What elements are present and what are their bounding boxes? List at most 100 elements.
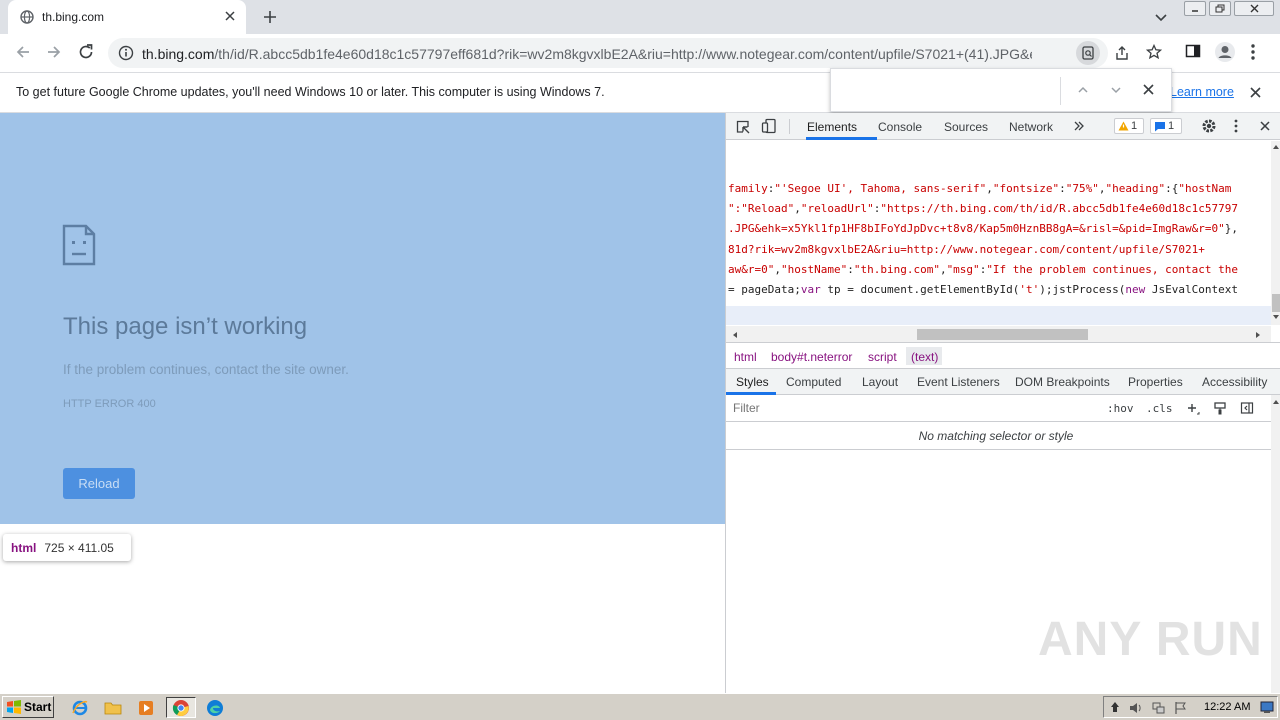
dom-tree[interactable]: family:"'Segoe UI', Tahoma, sans-serif",…	[726, 141, 1271, 325]
side-panel-icon[interactable]	[1185, 43, 1201, 59]
tab-console[interactable]: Console	[878, 120, 922, 134]
browser-toolbar: th.bing.com/th/id/R.abcc5db1fe4e60d18c1c…	[0, 34, 1280, 72]
breadcrumb: html body#t.neterror script (text)	[726, 342, 1280, 369]
ie-icon[interactable]	[67, 697, 93, 718]
filter-input[interactable]	[726, 395, 1098, 421]
new-tab-icon[interactable]	[262, 9, 278, 25]
more-tabs-icon[interactable]	[1073, 120, 1085, 132]
dom-code-line[interactable]: .JPG&ehk=x5Ykl1fp1HF8bIFoYdJpDvc+t8v8/Ka…	[728, 222, 1238, 235]
warnings-badge[interactable]: 1	[1114, 118, 1144, 134]
tab-properties[interactable]: Properties	[1128, 375, 1183, 389]
infobar-message: To get future Google Chrome updates, you…	[16, 85, 605, 99]
system-tray: 12:22 AM	[1103, 696, 1278, 718]
dom-code-line[interactable]: ":"Reload","reloadUrl":"https://th.bing.…	[728, 202, 1238, 215]
restore-button[interactable]	[1209, 1, 1231, 16]
chevron-up-icon[interactable]	[1077, 84, 1089, 96]
show-desktop-icon[interactable]	[1260, 701, 1274, 714]
gear-icon[interactable]	[1201, 118, 1217, 134]
inspect-tooltip: html 725 × 411.05	[3, 534, 131, 561]
scroll-down-arrow-icon[interactable]	[1272, 314, 1280, 320]
dom-vertical-scroll-thumb[interactable]	[1272, 294, 1280, 312]
hov-toggle[interactable]: :hov	[1107, 402, 1134, 415]
tab-accessibility[interactable]: Accessibility	[1202, 375, 1267, 389]
dom-code-line[interactable]: = pageData;var tp = document.getElementB…	[728, 283, 1238, 296]
sad-page-icon	[62, 224, 96, 266]
breadcrumb-body[interactable]: body#t.neterror	[771, 350, 852, 364]
dom-horizontal-scroll-thumb[interactable]	[917, 329, 1088, 340]
tooltip-dimensions: 725 × 411.05	[44, 540, 114, 555]
kebab-menu-icon[interactable]	[1250, 43, 1256, 61]
find-input[interactable]	[839, 77, 1054, 105]
error-code: HTTP ERROR 400	[63, 398, 156, 410]
globe-icon	[20, 10, 34, 24]
close-icon[interactable]	[1249, 86, 1262, 99]
reload-button[interactable]: Reload	[63, 468, 135, 499]
learn-more-link[interactable]: Learn more	[1170, 85, 1234, 99]
scroll-right-arrow-icon[interactable]	[1255, 331, 1261, 339]
find-in-page-icon[interactable]	[1076, 41, 1100, 65]
chrome-taskbar-icon[interactable]	[166, 697, 196, 718]
close-tab-icon[interactable]	[224, 10, 236, 22]
breadcrumb-script[interactable]: script	[868, 350, 897, 364]
tab-title: th.bing.com	[42, 10, 105, 24]
dom-code-line[interactable]: aw&r=0","hostName":"th.bing.com","msg":"…	[728, 263, 1238, 276]
close-icon[interactable]	[1142, 83, 1155, 96]
new-style-rule-icon[interactable]	[1186, 402, 1200, 416]
share-icon[interactable]	[1114, 45, 1130, 61]
forward-arrow-icon[interactable]	[45, 43, 63, 61]
tab-layout[interactable]: Layout	[862, 375, 898, 389]
network-icon[interactable]	[1152, 701, 1166, 715]
tab-event-listeners[interactable]: Event Listeners	[917, 375, 1000, 389]
tab-sources[interactable]: Sources	[944, 120, 988, 134]
toggle-sidebar-icon[interactable]	[1240, 401, 1254, 415]
active-tab-indicator	[806, 137, 877, 140]
inspect-element-icon[interactable]	[735, 119, 751, 135]
profile-avatar-icon[interactable]	[1214, 41, 1236, 63]
flag-icon[interactable]	[1174, 701, 1188, 715]
tab-elements[interactable]: Elements	[807, 120, 857, 134]
close-icon[interactable]	[1259, 120, 1271, 132]
start-button[interactable]: Start	[2, 696, 54, 718]
dom-code-line[interactable]: family:"'Segoe UI', Tahoma, sans-serif",…	[728, 182, 1231, 195]
chevron-down-icon[interactable]	[1110, 84, 1122, 96]
scroll-up-arrow-icon[interactable]	[1272, 144, 1280, 150]
minimize-button[interactable]	[1184, 1, 1206, 16]
selected-node-highlight	[726, 306, 1271, 325]
tooltip-tag: html	[11, 540, 37, 555]
breadcrumb-html[interactable]: html	[734, 350, 757, 364]
tab-network[interactable]: Network	[1009, 120, 1053, 134]
browser-tab[interactable]: th.bing.com	[8, 0, 246, 34]
cls-toggle[interactable]: .cls	[1146, 402, 1173, 415]
error-title: This page isn’t working	[63, 313, 308, 340]
scroll-left-arrow-icon[interactable]	[732, 331, 738, 339]
breadcrumb-text[interactable]: (text)	[911, 350, 938, 364]
url-text[interactable]: th.bing.com/th/id/R.abcc5db1fe4e60d18c1c…	[142, 46, 1032, 62]
device-toolbar-icon[interactable]	[761, 118, 777, 134]
tab-computed[interactable]: Computed	[786, 375, 841, 389]
scroll-up-arrow-icon[interactable]	[1272, 399, 1280, 405]
url-path: /th/id/R.abcc5db1fe4e60d18c1c57797eff681…	[214, 46, 1032, 62]
dom-code-line[interactable]: 81d?rik=wv2m8kgvxlbE2A&riu=http://www.no…	[728, 243, 1205, 256]
styles-pane-tabs: Styles Computed Layout Event Listeners D…	[726, 369, 1280, 395]
close-window-button[interactable]	[1234, 1, 1274, 16]
kebab-menu-icon[interactable]	[1234, 119, 1238, 133]
chevron-down-icon[interactable]	[1154, 10, 1168, 24]
windows-taskbar: Start 12:22 AM	[0, 693, 1280, 720]
tab-styles[interactable]: Styles	[736, 375, 769, 389]
address-bar[interactable]: th.bing.com/th/id/R.abcc5db1fe4e60d18c1c…	[108, 38, 1162, 68]
tray-arrow-icon[interactable]	[1110, 701, 1120, 713]
reload-icon[interactable]	[77, 43, 95, 61]
tab-dom-breakpoints[interactable]: DOM Breakpoints	[1015, 375, 1110, 389]
folder-icon[interactable]	[100, 697, 126, 718]
media-player-icon[interactable]	[133, 697, 159, 718]
back-arrow-icon[interactable]	[14, 43, 32, 61]
find-divider	[1060, 77, 1061, 105]
paint-icon[interactable]	[1213, 401, 1227, 415]
edge-icon[interactable]	[202, 697, 228, 718]
volume-icon[interactable]	[1129, 701, 1143, 715]
site-info-icon[interactable]	[118, 45, 134, 61]
messages-badge[interactable]: 1	[1150, 118, 1182, 134]
styles-scrollbar[interactable]	[1271, 395, 1280, 693]
clock[interactable]: 12:22 AM	[1204, 701, 1250, 713]
bookmark-star-icon[interactable]	[1146, 44, 1162, 60]
